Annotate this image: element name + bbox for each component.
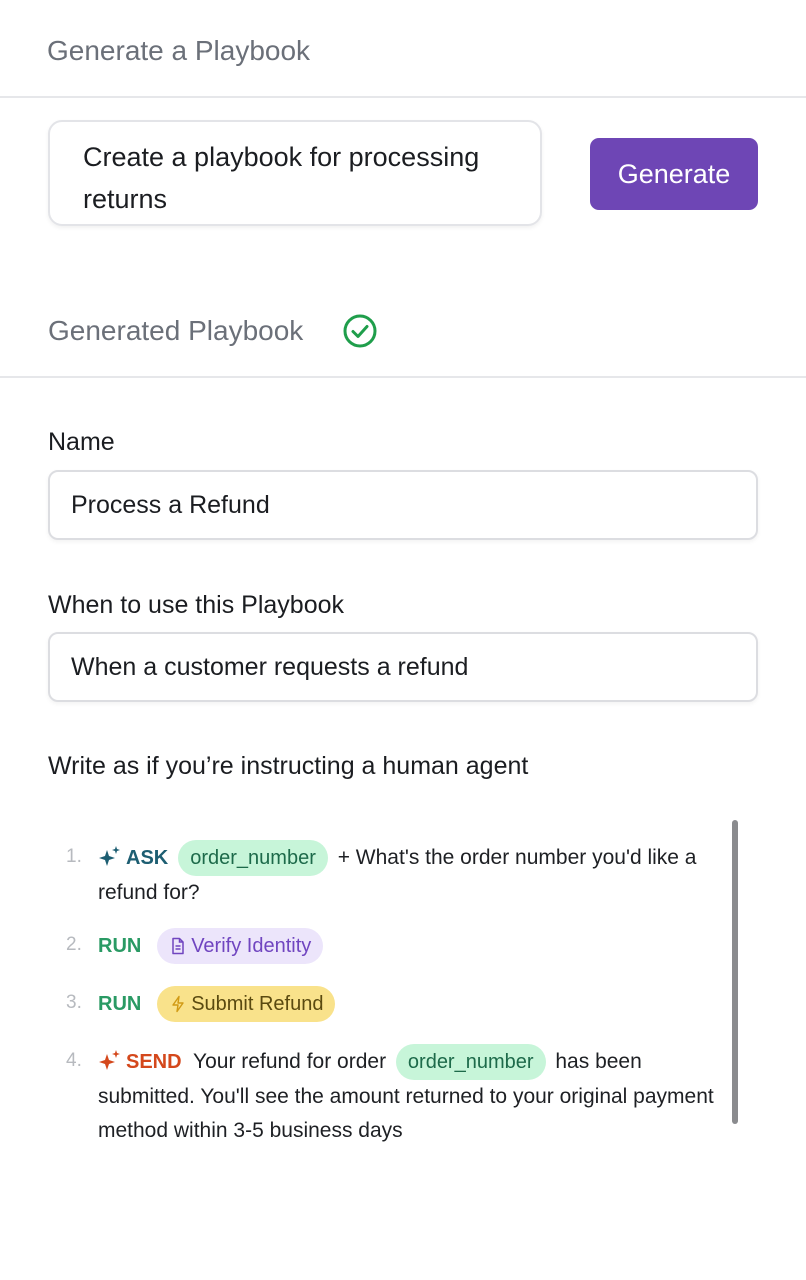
variable-pill[interactable]: order_number bbox=[178, 840, 328, 876]
step-number: 2. bbox=[66, 934, 82, 955]
pill-label: Submit Refund bbox=[191, 993, 324, 1015]
scrollbar[interactable] bbox=[732, 820, 738, 1124]
run-keyword: RUN bbox=[98, 935, 142, 957]
sparkle-icon bbox=[99, 846, 120, 866]
generate-button[interactable]: Generate bbox=[590, 138, 758, 210]
sparkle-icon bbox=[99, 1050, 120, 1070]
generate-header: Generate a Playbook bbox=[0, 0, 806, 98]
when-label: When to use this Playbook bbox=[48, 591, 344, 619]
verify-identity-pill[interactable]: Verify Identity bbox=[157, 928, 324, 964]
ask-keyword: ASK bbox=[126, 847, 169, 869]
step-number: 3. bbox=[66, 992, 82, 1013]
submit-refund-pill[interactable]: Submit Refund bbox=[157, 986, 336, 1022]
prompt-input[interactable]: Create a playbook for processing returns bbox=[48, 120, 542, 226]
step-text: Your refund for order bbox=[193, 1050, 387, 1073]
generated-header: Generated Playbook bbox=[0, 290, 806, 378]
generated-title: Generated Playbook bbox=[48, 315, 304, 346]
step-number: 4. bbox=[66, 1050, 82, 1071]
list-item: 2. RUN Verify Identity bbox=[60, 928, 720, 964]
variable-pill[interactable]: order_number bbox=[395, 1044, 546, 1080]
name-label: Name bbox=[48, 428, 115, 456]
when-field[interactable]: When a customer requests a refund bbox=[48, 632, 758, 702]
list-item: 1. ASK order_number + What's the order nu… bbox=[60, 840, 720, 910]
list-item: 3. RUN Submit Refund bbox=[60, 986, 720, 1022]
lightning-icon bbox=[172, 995, 184, 1013]
step-number: 1. bbox=[66, 846, 82, 867]
list-item: 4. SEND Your refund for order order_numb… bbox=[60, 1044, 720, 1148]
check-circle-icon bbox=[343, 314, 377, 348]
name-field[interactable]: Process a Refund bbox=[48, 470, 758, 540]
instructions-editor[interactable]: 1. ASK order_number + What's the order nu… bbox=[60, 840, 720, 1148]
send-keyword: SEND bbox=[126, 1051, 182, 1073]
page-title: Generate a Playbook bbox=[47, 35, 311, 66]
run-keyword: RUN bbox=[98, 993, 142, 1015]
pill-label: Verify Identity bbox=[191, 935, 312, 957]
document-icon bbox=[172, 937, 184, 955]
instructions-label: Write as if you’re instructing a human a… bbox=[48, 752, 529, 780]
